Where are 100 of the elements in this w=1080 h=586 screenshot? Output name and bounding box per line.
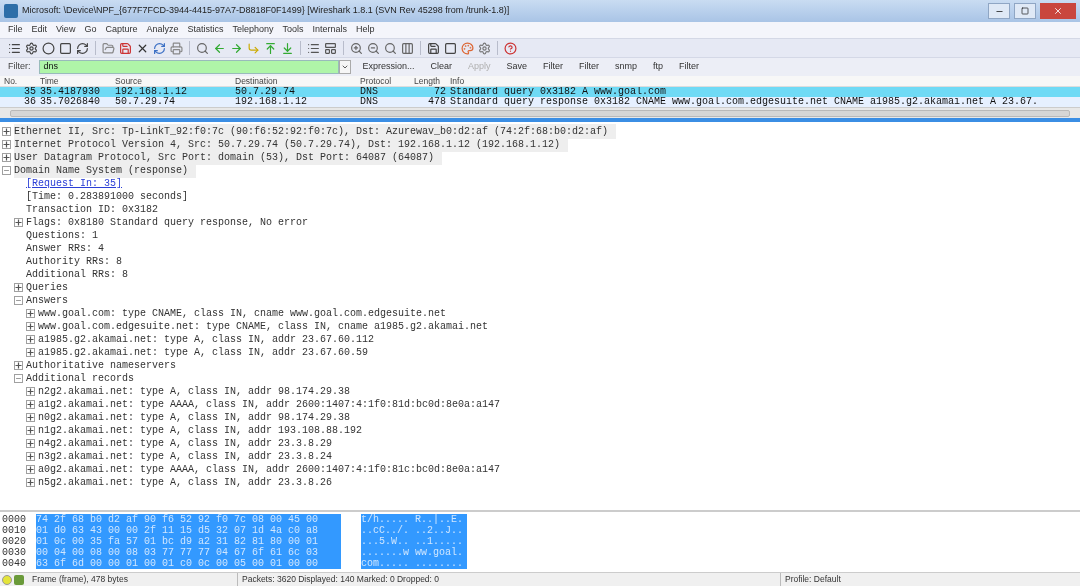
help-icon[interactable] xyxy=(504,41,517,55)
menu-item[interactable]: Go xyxy=(84,23,97,37)
column-header[interactable]: Destination xyxy=(235,74,360,88)
horizontal-scrollbar[interactable] xyxy=(0,107,1080,118)
tree-item[interactable]: Additional records xyxy=(26,371,135,386)
collapse-toggle[interactable] xyxy=(2,166,11,175)
packet-row[interactable]: 36 35.7026840 50.7.29.74 192.168.1.12 DNS 478 Standard query response 0x3182 CNAME www.goal.com.edgesuite.net CNAME a1985.g2.akamai.net A 23.67. xyxy=(0,97,1080,107)
expand-toggle[interactable] xyxy=(26,400,35,409)
packet-row[interactable]: 35 35.4187930 192.168.1.12 50.7.29.74 DNS 72 Standard query 0x3182 A www.goal.com xyxy=(0,87,1080,97)
expand-toggle[interactable] xyxy=(14,361,23,370)
expand-toggle[interactable] xyxy=(26,387,35,396)
tree-item[interactable]: Answer RRs: 4 xyxy=(26,241,104,256)
plus-icon xyxy=(27,466,34,473)
expand-toggle[interactable] xyxy=(26,335,35,344)
expand-toggle[interactable] xyxy=(26,426,35,435)
filter-toolbar-button[interactable]: Filter xyxy=(575,60,604,74)
menu-item[interactable]: Help xyxy=(356,23,375,37)
collapse-toggle[interactable] xyxy=(14,296,23,305)
menu-item[interactable]: Statistics xyxy=(187,23,224,37)
menu-item[interactable]: View xyxy=(56,23,76,37)
zoom-out-icon[interactable] xyxy=(367,41,380,55)
print-icon[interactable] xyxy=(170,41,183,55)
plus-icon xyxy=(3,141,10,148)
filter-toolbar-button[interactable]: Filter xyxy=(539,60,568,74)
menu-item[interactable]: Internals xyxy=(312,23,348,37)
filter-label: Filter: xyxy=(8,60,31,74)
expand-toggle[interactable] xyxy=(2,153,11,162)
filter-field[interactable]: dns xyxy=(38,60,339,74)
request-link[interactable]: [Request In: 35] xyxy=(26,176,122,191)
tree-item[interactable]: [Time: 0.283891000 seconds] xyxy=(26,189,189,204)
expand-toggle[interactable] xyxy=(26,452,35,461)
tree-item[interactable]: Authoritative nameservers xyxy=(26,358,177,373)
tree-item[interactable]: Questions: 1 xyxy=(26,228,98,243)
packet-cell-text: 50.7.29.74 xyxy=(115,97,176,107)
tree-item[interactable]: Queries xyxy=(26,280,68,295)
plus-icon xyxy=(15,219,22,226)
minus-icon xyxy=(3,167,10,174)
expand-toggle[interactable] xyxy=(26,413,35,422)
column-header[interactable]: Info xyxy=(450,74,1080,88)
tree-item[interactable]: n1g2.akamai.net: type A, class IN, addr 193.108.88.192 xyxy=(38,423,363,438)
frame-status: Frame (frame), 478 bytes xyxy=(32,573,129,586)
filter-toolbar-button[interactable]: snmp xyxy=(611,60,642,74)
expand-toggle[interactable] xyxy=(26,478,35,487)
find-icon[interactable] xyxy=(196,41,209,55)
expand-toggle[interactable] xyxy=(26,322,35,331)
tree-item[interactable]: Additional RRs: 8 xyxy=(26,267,129,282)
menu-item[interactable]: Tools xyxy=(282,23,304,37)
column-header[interactable]: No. xyxy=(0,74,40,88)
tree-item[interactable]: Transaction ID: 0x3182 xyxy=(26,202,159,217)
interface-list-icon[interactable] xyxy=(8,41,21,55)
column-header[interactable]: Length xyxy=(410,74,450,88)
expand-toggle[interactable] xyxy=(14,218,23,227)
expand-toggle[interactable] xyxy=(26,309,35,318)
tree-item[interactable]: a0g2.akamai.net: type AAAA, class IN, addr 2600:1407:4:1f0:81c:bc0d:8e0a:a147 xyxy=(38,462,501,477)
tree-item[interactable]: Internet Protocol Version 4, Src: 50.7.29.74 (50.7.29.74), Dst: 192.168.1.12 (192.168.1.12) xyxy=(14,137,569,152)
open-file-icon[interactable] xyxy=(102,41,115,55)
tree-item[interactable]: n3g2.akamai.net: type A, class IN, addr 23.3.8.24 xyxy=(38,449,333,464)
tree-item[interactable]: n5g2.akamai.net: type A, class IN, addr 23.3.8.26 xyxy=(38,475,333,490)
tree-item[interactable]: a1g2.akamai.net: type AAAA, class IN, addr 2600:1407:4:1f0:81d:bc0d:8e0a:a147 xyxy=(38,397,501,412)
column-header[interactable]: Time xyxy=(40,74,115,88)
expand-toggle[interactable] xyxy=(2,140,11,149)
menu-item[interactable]: Telephony xyxy=(232,23,274,37)
zoom-in-icon[interactable] xyxy=(350,41,363,55)
tree-item[interactable]: User Datagram Protocol, Src Port: domain (53), Dst Port: 64087 (64087) xyxy=(14,150,443,165)
filter-toolbar-button[interactable]: Expression... xyxy=(358,60,419,74)
expand-toggle[interactable] xyxy=(14,283,23,292)
tree-item[interactable]: n0g2.akamai.net: type A, class IN, addr 98.174.29.38 xyxy=(38,410,351,425)
expand-toggle[interactable] xyxy=(26,348,35,357)
tree-item[interactable]: a1985.g2.akamai.net: type A, class IN, addr 23.67.60.112 xyxy=(38,332,375,347)
column-header[interactable]: Source xyxy=(115,74,235,88)
tree-item[interactable]: a1985.g2.akamai.net: type A, class IN, addr 23.67.60.59 xyxy=(38,345,369,360)
collapse-toggle[interactable] xyxy=(14,374,23,383)
tree-item[interactable]: www.goal.com: type CNAME, class IN, cname www.goal.com.edgesuite.net xyxy=(38,306,447,321)
menu-item[interactable]: Analyze xyxy=(146,23,179,37)
tree-item[interactable]: n2g2.akamai.net: type A, class IN, addr 98.174.29.38 xyxy=(38,384,351,399)
filter-toolbar-button[interactable]: Clear xyxy=(426,60,457,74)
menu-item[interactable]: Capture xyxy=(105,23,138,37)
expand-toggle[interactable] xyxy=(26,439,35,448)
preferences-icon[interactable] xyxy=(478,41,491,55)
tree-item[interactable]: www.goal.com.edgesuite.net: type CNAME, class IN, cname a1985.g2.akamai.net xyxy=(38,319,489,334)
coloring-rules-icon[interactable] xyxy=(461,41,474,55)
close-icon xyxy=(1053,6,1063,16)
save-icon[interactable] xyxy=(119,41,132,55)
tree-item[interactable]: Flags: 0x8180 Standard query response, No error xyxy=(26,215,309,230)
tree-item[interactable]: n4g2.akamai.net: type A, class IN, addr 23.3.8.29 xyxy=(38,436,333,451)
hex-bytes: 74 2f 68 b0 d2 af 90 f6 52 92 f0 7c 08 00 45 00 xyxy=(36,514,341,525)
column-header[interactable]: Protocol xyxy=(360,74,410,88)
capture-comment-icon[interactable] xyxy=(14,574,24,585)
reload-icon[interactable] xyxy=(153,41,166,55)
expand-toggle[interactable] xyxy=(2,127,11,136)
tree-item[interactable]: Domain Name System (response) xyxy=(14,163,197,178)
menu-item[interactable]: Edit xyxy=(31,23,48,37)
filter-toolbar-button[interactable]: Save xyxy=(502,60,532,74)
filter-toolbar-button[interactable]: ftp xyxy=(649,60,668,74)
tree-item[interactable]: Answers xyxy=(26,293,68,308)
menu-item[interactable]: File xyxy=(8,23,23,37)
tree-item[interactable]: Authority RRs: 8 xyxy=(26,254,122,269)
profile-status[interactable]: Profile: Default xyxy=(780,573,1080,586)
filter-toolbar-button[interactable]: Filter xyxy=(675,60,704,74)
expand-toggle[interactable] xyxy=(26,465,35,474)
